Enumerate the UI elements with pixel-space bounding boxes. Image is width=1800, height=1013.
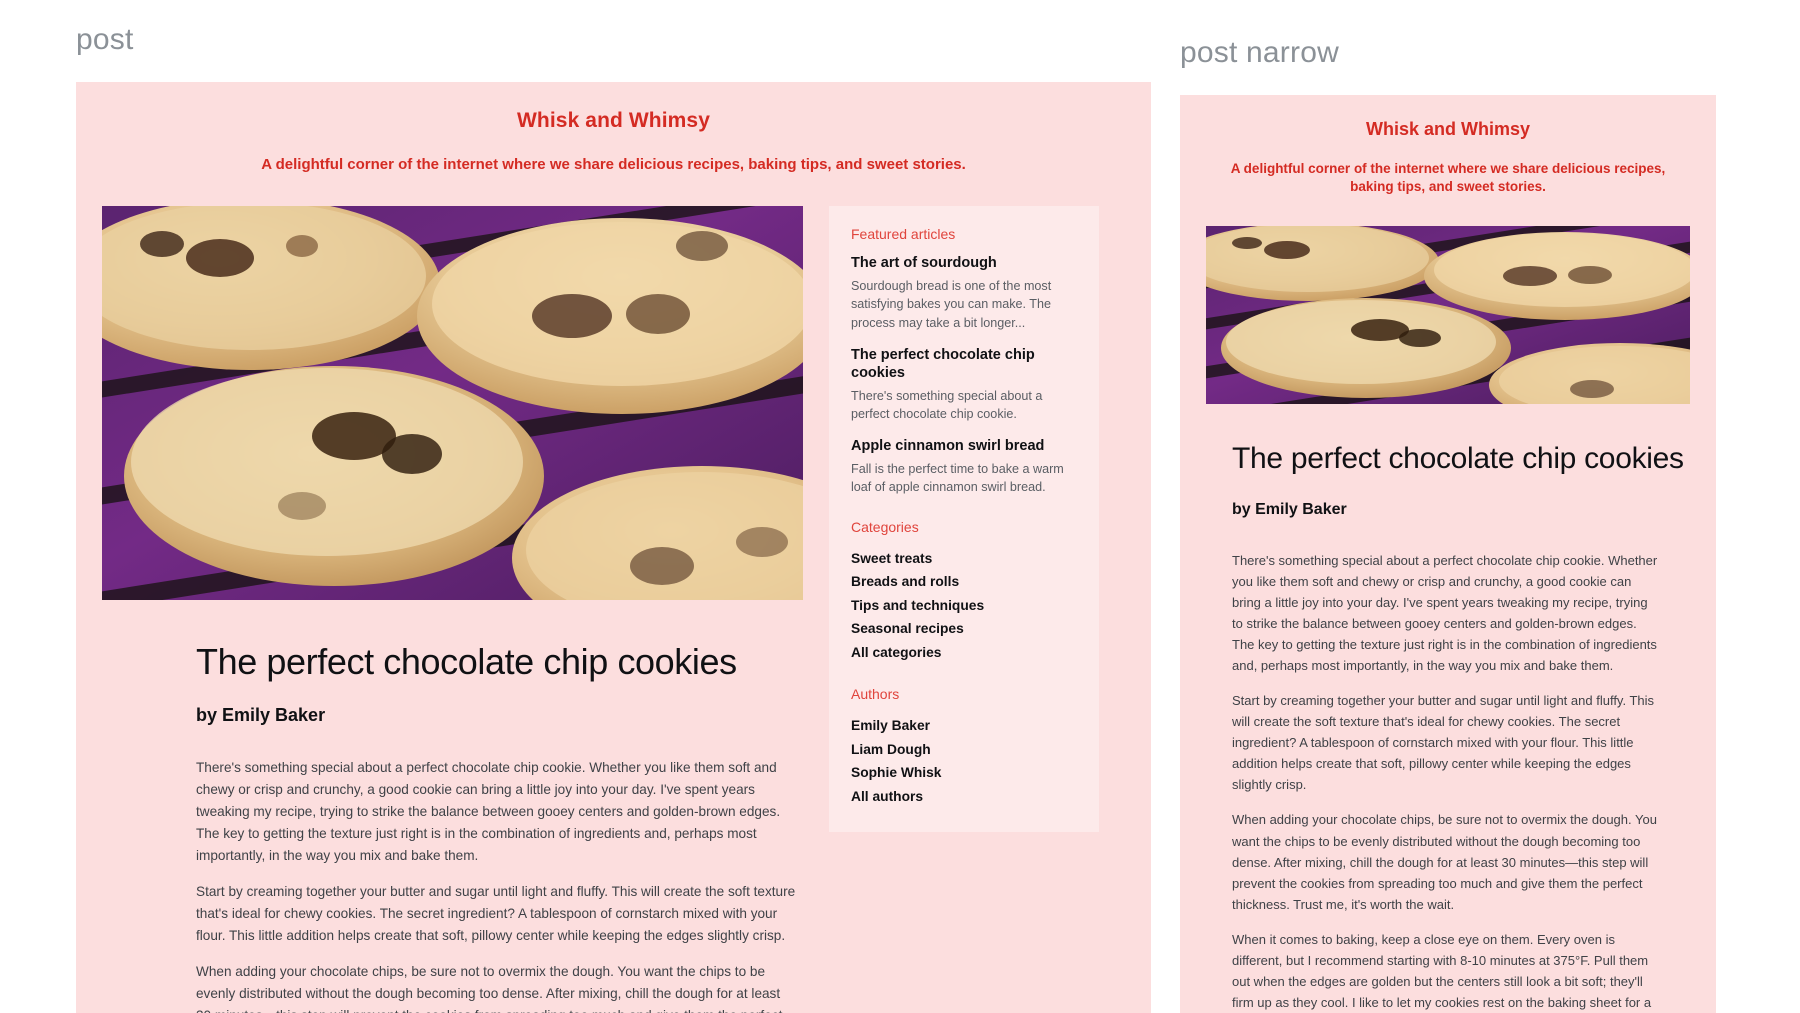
article-body: There's something special about a perfec… xyxy=(196,757,803,1013)
post-narrow-body: The perfect chocolate chip cookies by Em… xyxy=(1180,226,1716,1013)
hero-image xyxy=(102,206,803,601)
article-byline: by Emily Baker xyxy=(196,704,326,725)
article-paragraph: When it comes to baking, keep a close ey… xyxy=(1232,931,1652,1010)
site-title: Whisk and Whimsy xyxy=(517,109,710,132)
article-body-narrow: There's something special about a perfec… xyxy=(1232,550,1690,1013)
article-paragraph: Start by creaming together your butter a… xyxy=(1232,693,1655,793)
sidebar-column: Featured articles The art of sourdough S… xyxy=(829,206,1099,833)
author-item[interactable]: Emily Baker xyxy=(851,714,1077,738)
sidebar-heading-featured: Featured articles xyxy=(851,226,956,243)
article-paragraph: There's something special about a perfec… xyxy=(1232,552,1658,674)
article-paragraph: There's something special about a perfec… xyxy=(196,759,781,863)
article-paragraph: When adding your chocolate chips, be sur… xyxy=(1232,812,1657,912)
article-title-narrow: The perfect chocolate chip cookies xyxy=(1232,442,1684,476)
sidebar-heading-categories: Categories xyxy=(851,518,919,535)
sidebar: Featured articles The art of sourdough S… xyxy=(829,206,1099,833)
screenshot-stage: post post narrow Whisk and Whimsy A deli… xyxy=(0,0,1800,1013)
category-item[interactable]: Tips and techniques xyxy=(851,594,1077,618)
article-title: The perfect chocolate chip cookies xyxy=(196,641,737,683)
post-narrow-panel: Whisk and Whimsy A delightful corner of … xyxy=(1180,95,1716,1013)
site-tagline-narrow: A delightful corner of the internet wher… xyxy=(1230,161,1666,195)
category-item[interactable]: Sweet treats xyxy=(851,547,1077,571)
post-body: The perfect chocolate chip cookies by Em… xyxy=(76,206,1151,1013)
featured-article-excerpt: There's something special about a perfec… xyxy=(851,388,1043,422)
site-header-narrow: Whisk and Whimsy A delightful corner of … xyxy=(1180,95,1716,196)
article-byline-narrow: by Emily Baker xyxy=(1232,500,1347,518)
site-tagline: A delightful corner of the internet wher… xyxy=(261,156,966,173)
site-header: Whisk and Whimsy A delightful corner of … xyxy=(76,82,1151,175)
author-item[interactable]: Liam Dough xyxy=(851,738,1077,762)
featured-article-item[interactable]: The perfect chocolate chip cookies There… xyxy=(851,346,1077,424)
category-item[interactable]: All categories xyxy=(851,641,1077,665)
featured-article-excerpt: Fall is the perfect time to bake a warm … xyxy=(851,461,1064,495)
featured-article-title[interactable]: The art of sourdough xyxy=(851,254,1077,273)
featured-article-title[interactable]: Apple cinnamon swirl bread xyxy=(851,437,1077,456)
sidebar-heading-authors: Authors xyxy=(851,686,900,703)
article-paragraph: Start by creaming together your butter a… xyxy=(196,883,796,943)
category-list: Sweet treats Breads and rolls Tips and t… xyxy=(851,547,1077,665)
post-panel: Whisk and Whimsy A delightful corner of … xyxy=(76,82,1151,1013)
author-item[interactable]: All authors xyxy=(851,785,1077,809)
article-paragraph: When adding your chocolate chips, be sur… xyxy=(196,963,782,1013)
author-list: Emily Baker Liam Dough Sophie Whisk All … xyxy=(851,714,1077,808)
hero-image-narrow xyxy=(1206,226,1690,405)
article-column: The perfect chocolate chip cookies by Em… xyxy=(102,206,803,1013)
category-item[interactable]: Seasonal recipes xyxy=(851,617,1077,641)
panel-label-post: post xyxy=(76,23,134,56)
panel-label-post-narrow: post narrow xyxy=(1180,36,1339,69)
featured-article-excerpt: Sourdough bread is one of the most satis… xyxy=(851,278,1052,331)
category-item[interactable]: Breads and rolls xyxy=(851,570,1077,594)
featured-article-item[interactable]: The art of sourdough Sourdough bread is … xyxy=(851,254,1077,332)
site-title-narrow: Whisk and Whimsy xyxy=(1365,119,1531,139)
author-item[interactable]: Sophie Whisk xyxy=(851,761,1077,785)
featured-article-title[interactable]: The perfect chocolate chip cookies xyxy=(851,346,1077,383)
featured-article-item[interactable]: Apple cinnamon swirl bread Fall is the p… xyxy=(851,437,1077,497)
